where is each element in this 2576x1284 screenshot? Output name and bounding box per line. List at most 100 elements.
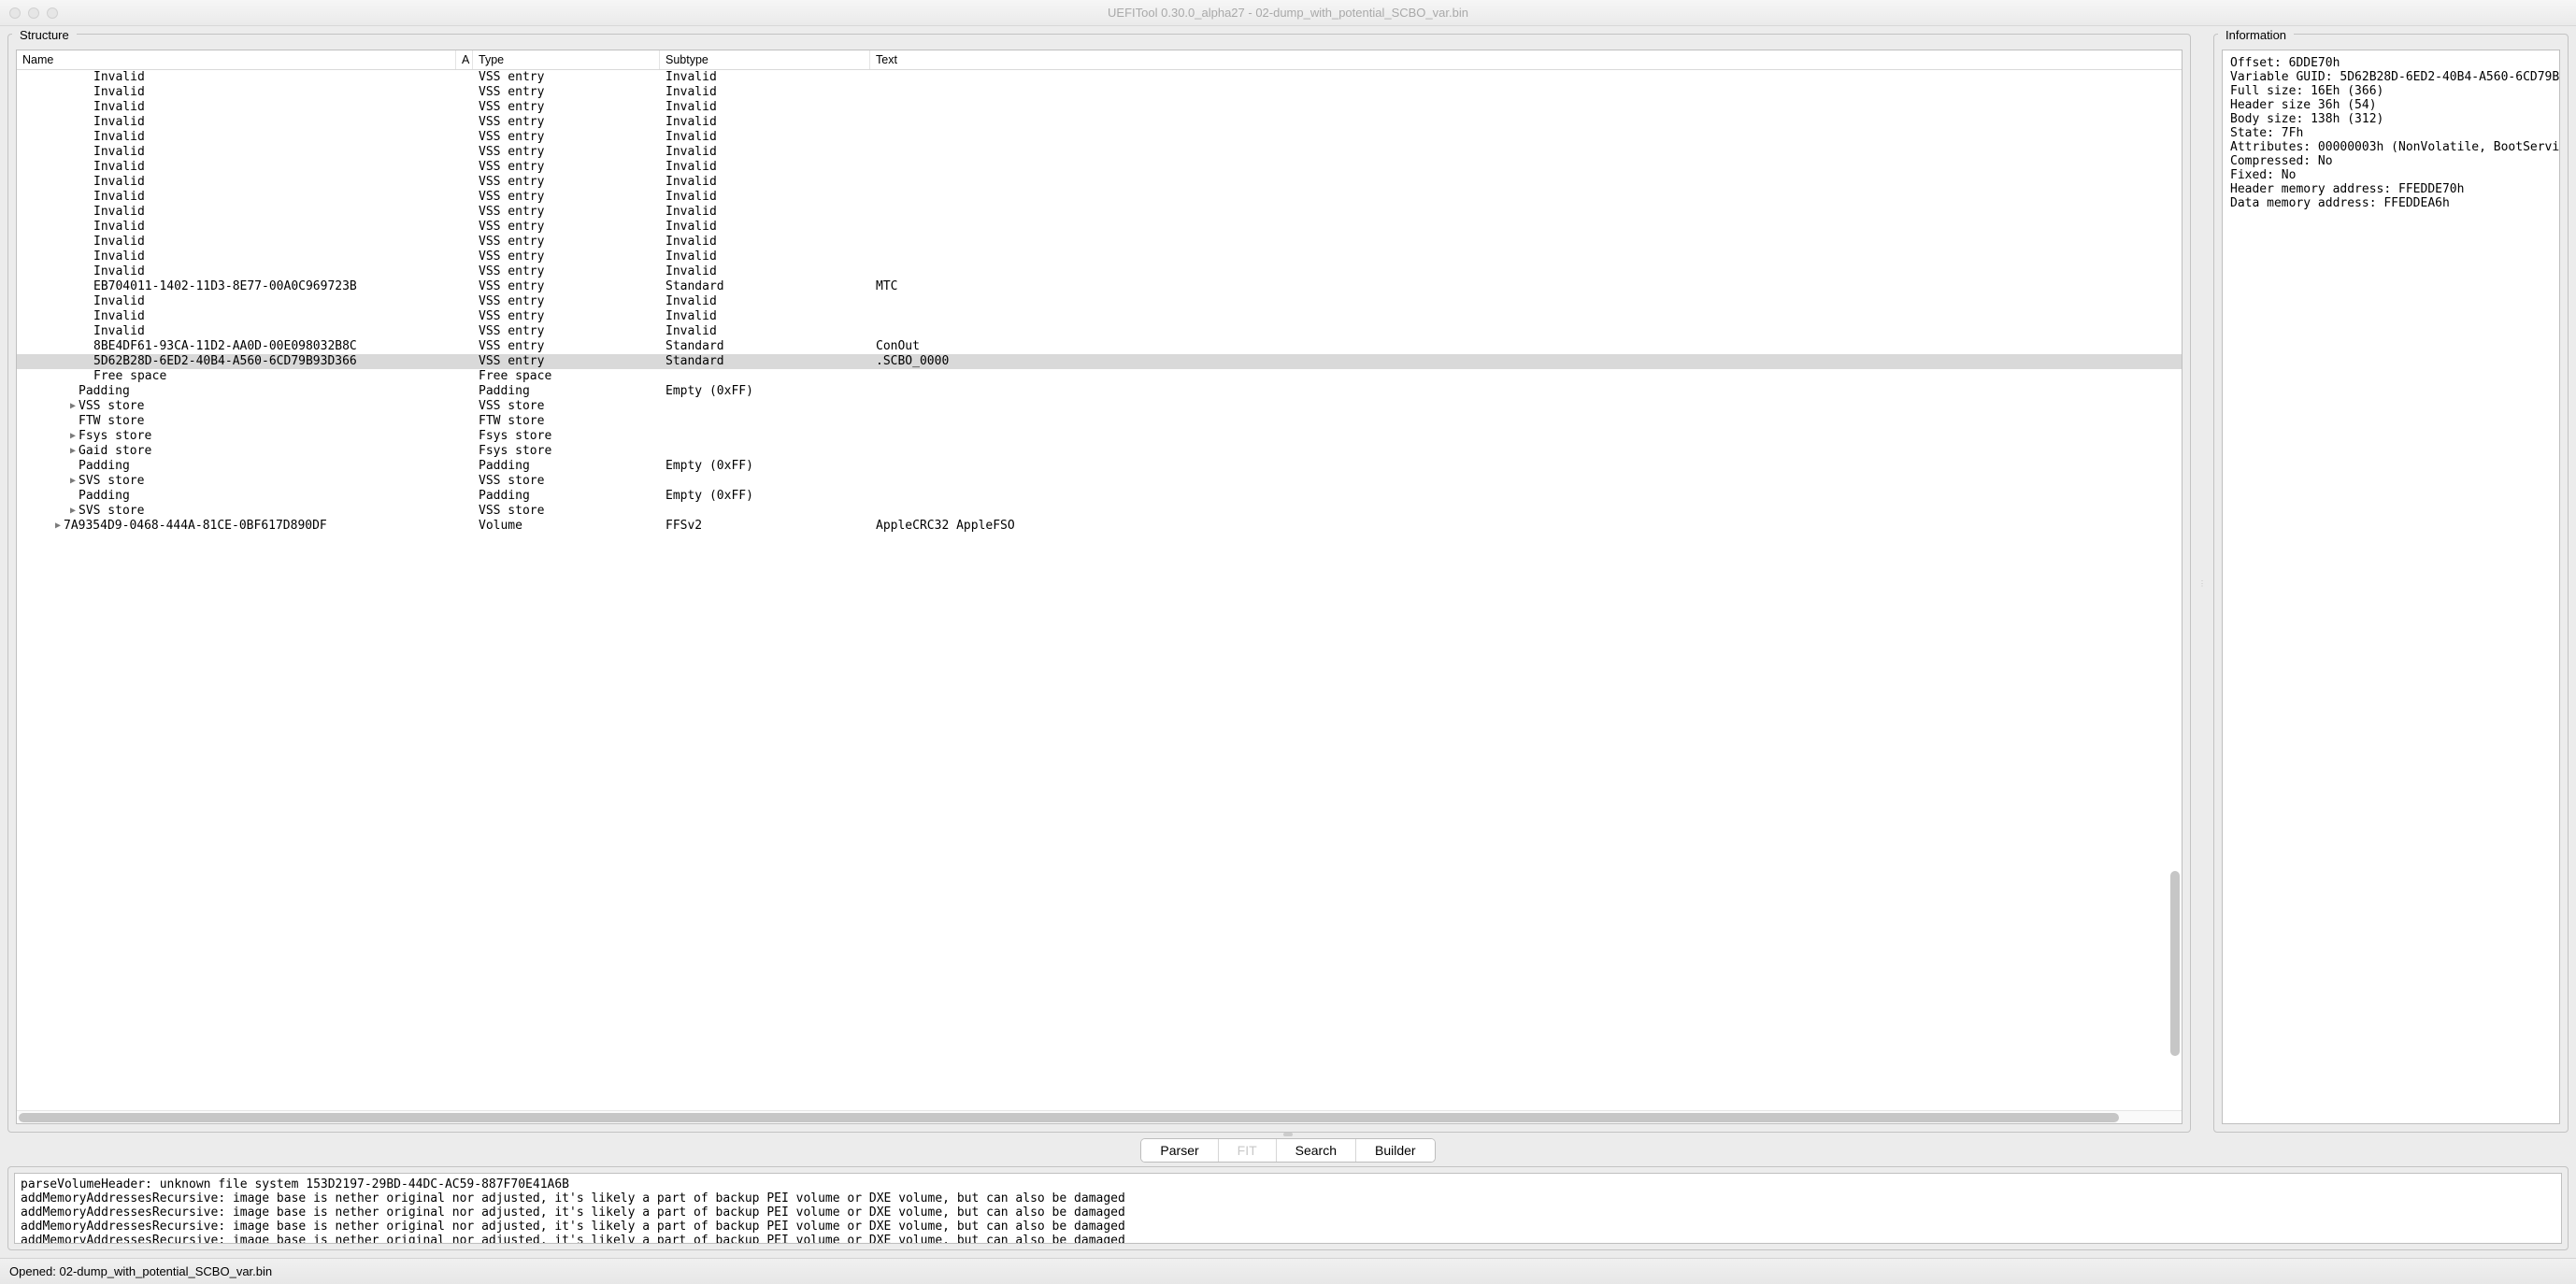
structure-tree[interactable]: Name A Type Subtype Text InvalidVSS entr… <box>16 50 2182 1124</box>
tree-row-text <box>870 250 2182 264</box>
log-text[interactable]: parseVolumeHeader: unknown file system 1… <box>14 1173 2562 1244</box>
tree-row-subtype: Empty (0xFF) <box>660 459 870 474</box>
tree-row[interactable]: 5D62B28D-6ED2-40B4-A560-6CD79B93D366 VSS … <box>17 354 2182 369</box>
tree-row-name: Invalid <box>93 100 145 115</box>
tree-row[interactable]: InvalidVSS entryInvalid <box>17 235 2182 250</box>
tree-row[interactable]: InvalidVSS entryInvalid <box>17 70 2182 85</box>
tree-row[interactable]: InvalidVSS entryInvalid <box>17 160 2182 175</box>
tree-row-name: Invalid <box>93 205 145 220</box>
tree-row-type: VSS entry <box>473 354 660 369</box>
titlebar[interactable]: UEFITool 0.30.0_alpha27 - 02-dump_with_p… <box>0 0 2576 26</box>
tree-row[interactable]: PaddingPaddingEmpty (0xFF) <box>17 384 2182 399</box>
tree-row-subtype: Standard <box>660 354 870 369</box>
tree-row-type: VSS entry <box>473 309 660 324</box>
tree-row[interactable]: Free spaceFree space <box>17 369 2182 384</box>
tree-row[interactable]: PaddingPaddingEmpty (0xFF) <box>17 489 2182 504</box>
information-text[interactable]: Offset: 6DDE70h Variable GUID: 5D62B28D-… <box>2222 50 2560 1124</box>
tree-vertical-scrollbar[interactable] <box>2168 70 2182 1097</box>
tree-row-text <box>870 474 2182 489</box>
column-text[interactable]: Text <box>870 50 2182 69</box>
minimize-icon[interactable] <box>28 7 39 19</box>
tree-row-text <box>870 459 2182 474</box>
disclosure-triangle-icon[interactable]: ▶ <box>67 474 79 489</box>
tree-row-text <box>870 235 2182 250</box>
disclosure-triangle-icon[interactable]: ▶ <box>67 399 79 414</box>
tree-row-text <box>870 220 2182 235</box>
tree-row-type: VSS entry <box>473 279 660 294</box>
tree-row[interactable]: InvalidVSS entryInvalid <box>17 190 2182 205</box>
tree-row[interactable]: InvalidVSS entryInvalid <box>17 130 2182 145</box>
tree-row[interactable]: InvalidVSS entryInvalid <box>17 115 2182 130</box>
tree-row-subtype <box>660 399 870 414</box>
tree-row-name: Padding <box>79 459 130 474</box>
tree-row-type: VSS entry <box>473 250 660 264</box>
tree-row-name: Invalid <box>93 85 145 100</box>
tree-row-text <box>870 160 2182 175</box>
tree-row-type: VSS entry <box>473 205 660 220</box>
tree-row[interactable]: InvalidVSS entryInvalid <box>17 205 2182 220</box>
tree-row[interactable]: EB704011-1402-11D3-8E77-00A0C969723BVSS … <box>17 279 2182 294</box>
tree-row-type: VSS entry <box>473 264 660 279</box>
disclosure-triangle-icon[interactable]: ▶ <box>52 519 64 534</box>
tab-builder[interactable]: Builder <box>1356 1139 1435 1162</box>
tree-row-text <box>870 190 2182 205</box>
tree-row-name: Invalid <box>93 264 145 279</box>
tab-bar: Parser FIT Search Builder <box>1140 1138 1435 1163</box>
tree-row-name: Invalid <box>93 115 145 130</box>
tree-row[interactable]: FTW storeFTW store <box>17 414 2182 429</box>
tree-row-text <box>870 489 2182 504</box>
disclosure-triangle-icon[interactable]: ▶ <box>67 504 79 519</box>
tab-search[interactable]: Search <box>1277 1139 1356 1162</box>
zoom-icon[interactable] <box>47 7 58 19</box>
tree-row[interactable]: InvalidVSS entryInvalid <box>17 100 2182 115</box>
tree-row[interactable]: InvalidVSS entryInvalid <box>17 145 2182 160</box>
tree-row-type: Volume <box>473 519 660 534</box>
tree-horizontal-scrollbar[interactable] <box>17 1110 2182 1123</box>
column-subtype[interactable]: Subtype <box>660 50 870 69</box>
tree-row[interactable]: InvalidVSS entryInvalid <box>17 264 2182 279</box>
panel-resize-handle[interactable]: ⋮ <box>2198 34 2206 1133</box>
tree-row-type: VSS entry <box>473 145 660 160</box>
window-title: UEFITool 0.30.0_alpha27 - 02-dump_with_p… <box>0 6 2576 20</box>
tree-row-type: VSS store <box>473 504 660 519</box>
tree-row-name: 5D62B28D-6ED2-40B4-A560-6CD79B93D366 <box>93 354 357 369</box>
tree-row-subtype: Invalid <box>660 294 870 309</box>
splitter-handle[interactable] <box>1283 1133 1293 1136</box>
tree-row[interactable]: ▶7A9354D9-0468-444A-81CE-0BF617D890DFVol… <box>17 519 2182 534</box>
tree-row[interactable]: ▶VSS storeVSS store <box>17 399 2182 414</box>
tree-row[interactable]: ▶Gaid store Fsys store <box>17 444 2182 459</box>
tree-row[interactable]: InvalidVSS entryInvalid <box>17 85 2182 100</box>
tree-row-type: VSS entry <box>473 85 660 100</box>
tree-row-subtype: Invalid <box>660 85 870 100</box>
column-a[interactable]: A <box>456 50 473 69</box>
tree-row[interactable]: InvalidVSS entryInvalid <box>17 324 2182 339</box>
column-type[interactable]: Type <box>473 50 660 69</box>
tree-row-name: Gaid store <box>79 444 151 459</box>
tree-row-name: Invalid <box>93 250 145 264</box>
disclosure-triangle-icon[interactable]: ▶ <box>67 429 79 444</box>
tree-header[interactable]: Name A Type Subtype Text <box>17 50 2182 70</box>
tree-row-text: MTC <box>870 279 2182 294</box>
tree-row[interactable]: ▶SVS storeVSS store <box>17 474 2182 489</box>
tree-row[interactable]: InvalidVSS entryInvalid <box>17 220 2182 235</box>
tree-row-type: Padding <box>473 489 660 504</box>
tab-parser[interactable]: Parser <box>1141 1139 1218 1162</box>
disclosure-triangle-icon[interactable]: ▶ <box>67 444 79 459</box>
tree-row-subtype <box>660 504 870 519</box>
column-name[interactable]: Name <box>17 50 456 69</box>
tree-row[interactable]: InvalidVSS entryInvalid <box>17 309 2182 324</box>
tree-row-type: Fsys store <box>473 444 660 459</box>
tree-row[interactable]: ▶Fsys storeFsys store <box>17 429 2182 444</box>
tree-row-text <box>870 309 2182 324</box>
tree-row-name: Invalid <box>93 175 145 190</box>
tree-row[interactable]: 8BE4DF61-93CA-11D2-AA0D-00E098032B8CVSS … <box>17 339 2182 354</box>
tree-row[interactable]: PaddingPaddingEmpty (0xFF) <box>17 459 2182 474</box>
tree-row[interactable]: ▶SVS storeVSS store <box>17 504 2182 519</box>
tree-row[interactable]: InvalidVSS entryInvalid <box>17 250 2182 264</box>
tree-row-subtype: Invalid <box>660 324 870 339</box>
tree-row[interactable]: InvalidVSS entryInvalid <box>17 175 2182 190</box>
tree-row-type: VSS store <box>473 474 660 489</box>
close-icon[interactable] <box>9 7 21 19</box>
tree-row[interactable]: InvalidVSS entryInvalid <box>17 294 2182 309</box>
tree-row-subtype: Invalid <box>660 205 870 220</box>
